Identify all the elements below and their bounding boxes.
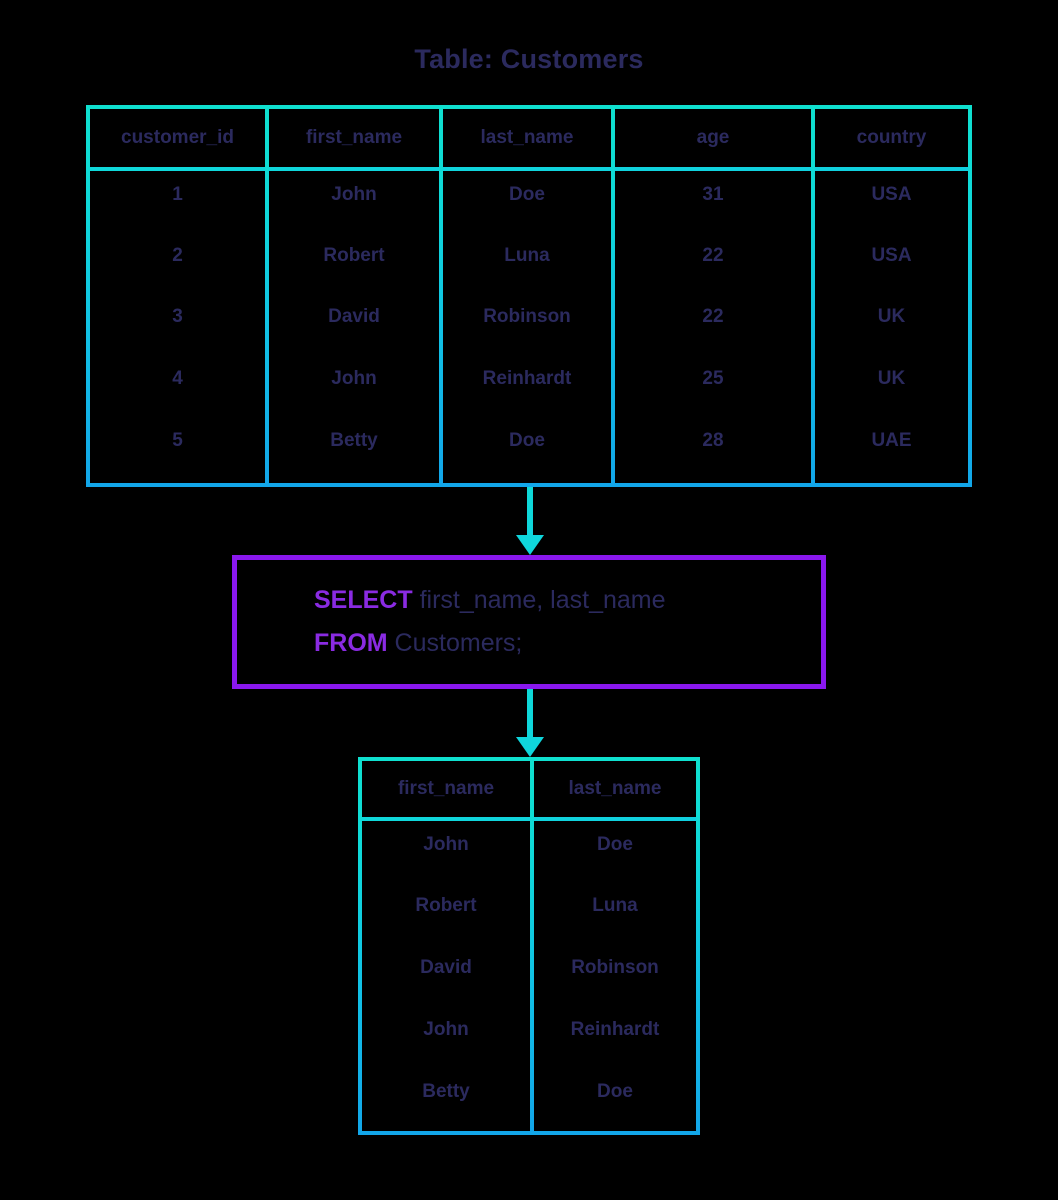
sql-table-name: Customers; bbox=[387, 629, 523, 657]
table-cell: 4 bbox=[172, 368, 183, 389]
column-header: age bbox=[696, 127, 730, 148]
table-cell: Robinson bbox=[571, 957, 659, 978]
table-cell: 22 bbox=[702, 245, 724, 266]
arrow-shaft bbox=[527, 487, 533, 537]
arrow-table-to-query bbox=[510, 487, 550, 557]
column-header: last_name bbox=[480, 127, 574, 148]
table-cell: Robinson bbox=[483, 306, 571, 327]
arrow-head-icon bbox=[516, 535, 544, 555]
table-cell: 5 bbox=[172, 430, 183, 451]
table-cell: David bbox=[328, 306, 380, 327]
column-header: customer_id bbox=[121, 127, 234, 148]
column-header: last_name bbox=[568, 778, 662, 799]
table-cell: Reinhardt bbox=[482, 368, 572, 389]
table-cell: John bbox=[331, 184, 377, 205]
table-cell: Doe bbox=[509, 184, 545, 205]
table-cell: Robert bbox=[415, 895, 477, 916]
table-cell: Reinhardt bbox=[570, 1019, 660, 1040]
sql-keyword-from: FROM bbox=[314, 629, 388, 657]
sql-line-1: SELECT first_name, last_name bbox=[314, 579, 821, 622]
table-cell: 22 bbox=[702, 306, 724, 327]
table-cell: Luna bbox=[504, 245, 550, 266]
table-cell: UAE bbox=[871, 430, 912, 451]
table-cell: UK bbox=[877, 306, 906, 327]
column-header: first_name bbox=[397, 778, 495, 799]
arrow-query-to-result bbox=[510, 689, 550, 759]
result-table: first_name last_name John Doe Robert Lun… bbox=[358, 757, 700, 1135]
column-header: country bbox=[856, 127, 927, 148]
table-cell: Betty bbox=[330, 430, 378, 451]
source-table: customer_id first_name last_name age cou… bbox=[86, 105, 972, 487]
table-cell: 25 bbox=[702, 368, 724, 389]
table-cell: Robert bbox=[323, 245, 385, 266]
column-header: first_name bbox=[305, 127, 403, 148]
table-cell: Luna bbox=[592, 895, 638, 916]
arrow-shaft bbox=[527, 689, 533, 739]
page-title: Table: Customers bbox=[414, 44, 644, 74]
table-cell: 2 bbox=[172, 245, 183, 266]
table-cell: John bbox=[423, 1019, 469, 1040]
diagram-canvas: Table: Customers customer_id first_name … bbox=[0, 0, 1058, 1200]
table-cell: USA bbox=[871, 245, 912, 266]
table-cell: UK bbox=[877, 368, 906, 389]
table-cell: John bbox=[423, 834, 469, 855]
table-cell: Doe bbox=[509, 430, 545, 451]
header-divider bbox=[362, 817, 696, 821]
table-cell: Doe bbox=[597, 1081, 633, 1102]
arrow-head-icon bbox=[516, 737, 544, 757]
header-divider bbox=[90, 167, 968, 171]
table-cell: 3 bbox=[172, 306, 183, 327]
table-cell: John bbox=[331, 368, 377, 389]
sql-query-box: SELECT first_name, last_name FROM Custom… bbox=[232, 555, 826, 689]
table-cell: Doe bbox=[597, 834, 633, 855]
table-cell: Betty bbox=[422, 1081, 470, 1102]
table-cell: 31 bbox=[702, 184, 724, 205]
sql-columns-list: first_name, last_name bbox=[412, 586, 666, 614]
table-cell: 1 bbox=[172, 184, 183, 205]
sql-line-2: FROM Customers; bbox=[314, 622, 821, 665]
table-cell: David bbox=[420, 957, 472, 978]
table-cell: 28 bbox=[702, 430, 724, 451]
table-cell: USA bbox=[871, 184, 912, 205]
sql-keyword-select: SELECT bbox=[314, 586, 413, 614]
